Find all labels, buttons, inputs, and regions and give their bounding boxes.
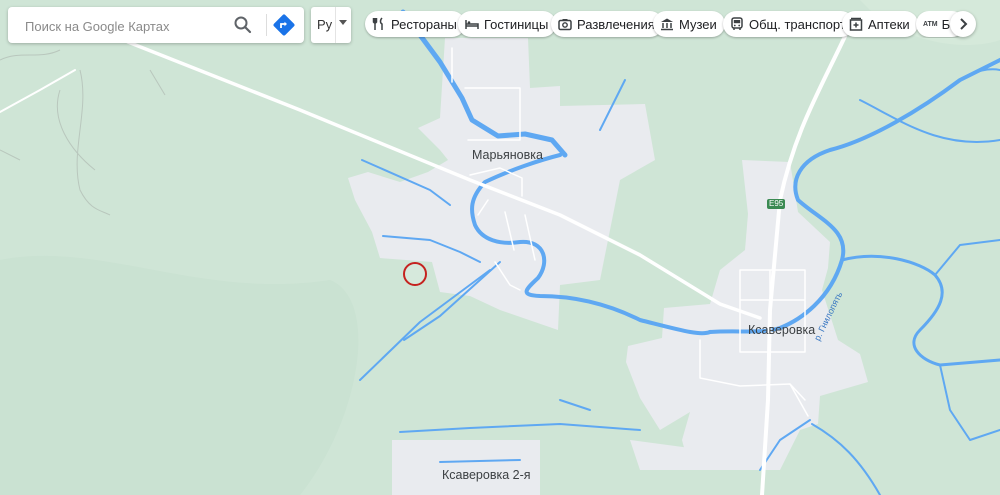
chip-label: Общ. транспорт	[749, 16, 846, 32]
location-marker[interactable]	[403, 262, 427, 286]
hotel-icon	[465, 20, 479, 29]
search-icon	[234, 16, 252, 34]
chip-museums[interactable]: Музеи	[653, 11, 725, 37]
search-input[interactable]	[23, 16, 237, 36]
chip-label: Музеи	[679, 16, 717, 32]
chips-next-button[interactable]	[950, 11, 976, 37]
place-label-ksaverovka[interactable]: Ксаверовка	[748, 323, 815, 337]
road-shield-e95: E95	[767, 199, 786, 209]
place-label-maryanovka[interactable]: Марьяновка	[472, 148, 543, 162]
camera-icon	[558, 19, 572, 31]
chip-restaurants[interactable]: Рестораны	[365, 11, 465, 37]
search-divider	[266, 14, 267, 36]
transit-icon	[731, 17, 743, 30]
chip-label: Гостиницы	[484, 16, 549, 32]
directions-button[interactable]	[271, 12, 297, 38]
chip-entertainment[interactable]: Развлечения	[551, 11, 663, 37]
chip-hotels[interactable]: Гостиницы	[458, 11, 557, 37]
atm-icon: ATM	[923, 20, 938, 28]
search-box	[8, 7, 304, 43]
museum-icon	[661, 18, 673, 31]
language-select-divider	[335, 7, 336, 43]
place-label-ksaverovka-2[interactable]: Ксаверовка 2-я	[442, 468, 531, 482]
chip-pharmacies[interactable]: Аптеки	[842, 11, 918, 37]
search-button[interactable]	[230, 12, 256, 38]
restaurant-icon	[372, 17, 383, 30]
chip-transit[interactable]: Общ. транспорт	[723, 11, 854, 37]
chevron-right-icon	[960, 18, 968, 30]
chip-label: Аптеки	[868, 16, 910, 32]
chip-label: Развлечения	[577, 16, 655, 32]
language-select-value: Ру	[317, 17, 333, 32]
chevron-down-icon	[339, 20, 347, 25]
chip-label: Рестораны	[391, 16, 457, 32]
language-select[interactable]: Ру	[311, 7, 351, 43]
pharmacy-icon	[849, 17, 863, 31]
directions-icon	[273, 14, 295, 36]
map-canvas[interactable]	[0, 0, 1000, 495]
